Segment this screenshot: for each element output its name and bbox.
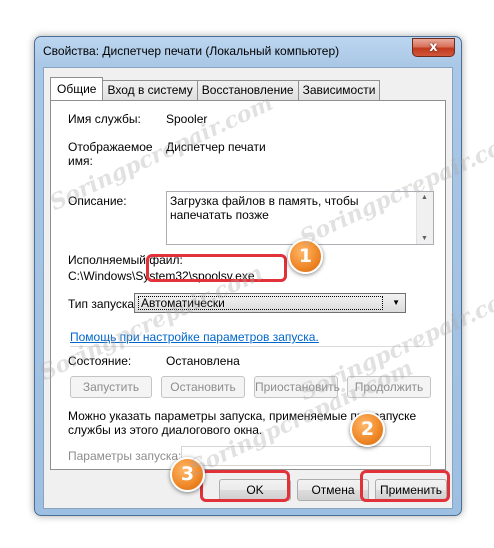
tab-logon[interactable]: Вход в систему: [102, 80, 198, 100]
startup-type-value: Автоматически: [138, 296, 383, 310]
scroll-down-icon[interactable]: ▼: [421, 235, 428, 242]
description-text: Загрузка файлов в память, чтобы напечата…: [170, 194, 359, 222]
highlight-ok: [200, 470, 290, 502]
description-scrollbar[interactable]: ▲ ▼: [416, 192, 433, 244]
tab-recovery[interactable]: Восстановление: [196, 80, 299, 100]
hint-line-2: службы из этого диалогового окна.: [68, 423, 263, 437]
description-box[interactable]: Загрузка файлов в память, чтобы напечата…: [166, 191, 434, 245]
service-name-value: Spooler: [166, 112, 208, 126]
state-label: Состояние:: [68, 354, 132, 368]
step-badge-3: 3: [170, 457, 205, 492]
dropdown-arrow-icon[interactable]: ▼: [392, 298, 400, 307]
close-button[interactable]: x: [412, 38, 455, 57]
startup-params-input[interactable]: [181, 446, 431, 466]
service-name-label: Имя службы:: [68, 112, 141, 126]
cancel-button[interactable]: Отмена: [297, 479, 369, 501]
pause-button[interactable]: Приостановить: [254, 376, 340, 398]
highlight-apply: [360, 470, 450, 502]
scroll-up-icon[interactable]: ▲: [421, 194, 428, 201]
stop-button[interactable]: Остановить: [161, 376, 245, 398]
start-button[interactable]: Запустить: [70, 376, 152, 398]
step-badge-1: 1: [288, 239, 323, 274]
close-icon: x: [429, 40, 438, 55]
tab-strip: Общие Вход в систему Восстановление Зави…: [50, 77, 381, 100]
display-name-value: Диспетчер печати: [166, 140, 266, 154]
help-link[interactable]: Помощь при настройке параметров запуска.: [70, 330, 319, 344]
window-title: Свойства: Диспетчер печати (Локальный ко…: [43, 44, 340, 58]
description-label: Описание:: [68, 194, 127, 208]
tab-dependencies[interactable]: Зависимости: [297, 80, 381, 100]
title-bar[interactable]: Свойства: Диспетчер печати (Локальный ко…: [35, 37, 461, 65]
step-badge-2: 2: [350, 412, 385, 447]
general-tab-page: Имя службы: Spooler Отображаемое имя: Ди…: [50, 100, 446, 470]
divider: [70, 346, 430, 347]
state-value: Остановлена: [166, 354, 240, 368]
startup-type-select[interactable]: Автоматически ▼: [134, 293, 406, 313]
dialog-client: Общие Вход в систему Восстановление Зави…: [43, 67, 453, 509]
resume-button[interactable]: Продолжить: [347, 376, 431, 398]
highlight-startup-type: [146, 254, 287, 282]
display-name-label-line2: имя:: [68, 154, 93, 168]
tab-general[interactable]: Общие: [50, 77, 104, 100]
display-name-label-line1: Отображаемое: [68, 140, 153, 154]
startup-type-label: Тип запуска:: [68, 297, 138, 311]
params-label: Параметры запуска:: [68, 449, 182, 463]
